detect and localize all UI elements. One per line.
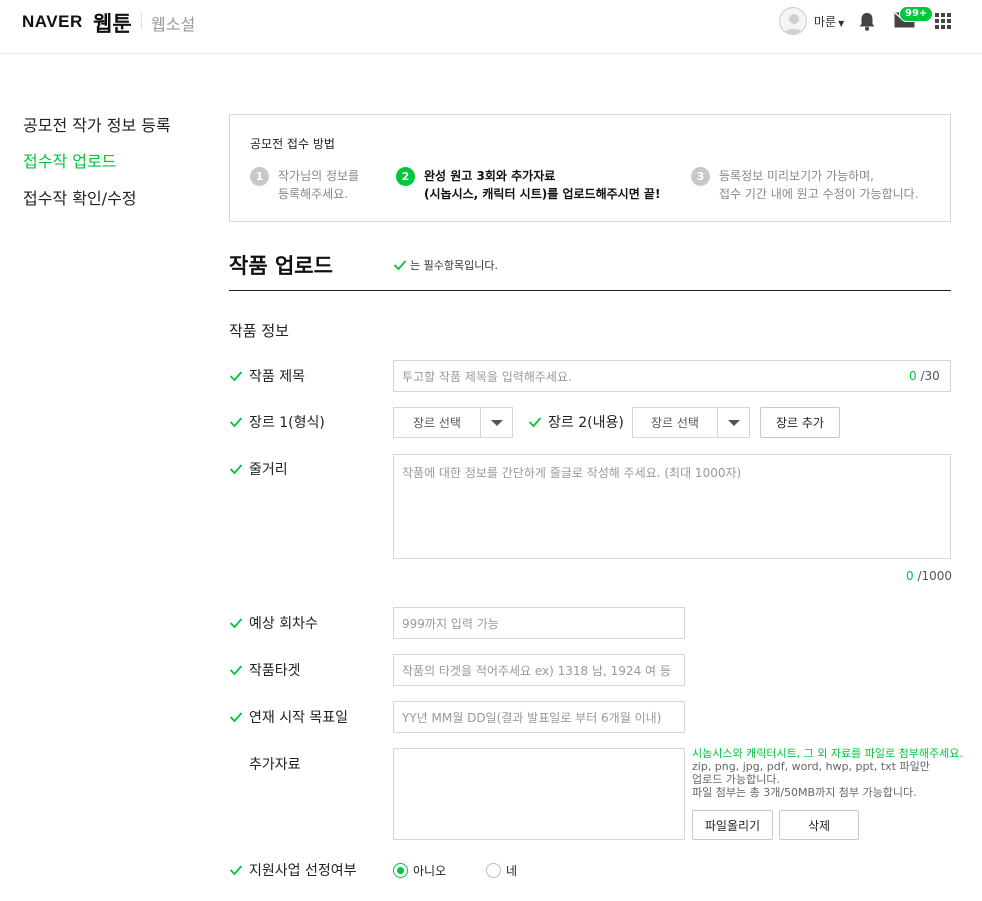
work-title-counter: 0 /30	[909, 369, 940, 383]
required-check-icon	[229, 712, 243, 723]
work-title-input[interactable]: 투고할 작품 제목을 입력해주세요.	[393, 360, 951, 392]
user-menu[interactable]: 마룬 ▼	[814, 13, 844, 30]
section-title: 작품 정보	[229, 322, 289, 340]
radio-checked-icon	[393, 863, 408, 878]
step-text: 작가님의 정보를 등록해주세요.	[278, 169, 360, 201]
upload-file-button[interactable]: 파일올리기	[692, 810, 773, 840]
synopsis-label: 줄거리	[229, 459, 288, 479]
mail-count-badge: 99+	[899, 6, 934, 22]
user-avatar-icon	[784, 14, 804, 34]
step-1: 1 작가님의 정보를 등록해주세요.	[250, 167, 359, 203]
submission-steps-box: 공모전 접수 방법 1 작가님의 정보를 등록해주세요. 2 완성 원고 3회와 …	[229, 114, 951, 222]
apps-grid-icon[interactable]	[935, 13, 951, 29]
synopsis-counter: 0 /1000	[906, 569, 953, 583]
page-title: 작품 업로드	[229, 254, 333, 278]
caret-down-icon: ▼	[838, 19, 845, 28]
support-radio-no[interactable]: 아니오	[393, 862, 446, 879]
step-3: 3 등록정보 미리보기가 가능하며, 접수 기간 내에 원고 수정이 가능합니다.	[691, 167, 919, 203]
steps-title: 공모전 접수 방법	[250, 137, 335, 151]
required-check-icon	[229, 865, 243, 876]
add-genre-button[interactable]: 장르 추가	[760, 407, 840, 438]
required-check-icon	[229, 618, 243, 629]
support-radio-yes[interactable]: 네	[486, 862, 517, 879]
avatar[interactable]	[779, 7, 807, 35]
step-number: 1	[250, 167, 269, 186]
required-check-icon	[528, 417, 542, 428]
title-divider	[229, 290, 951, 291]
attachments-guide: 시놉시스와 캐릭터시트, 그 외 자료를 파일로 첨부해주세요. zip, pn…	[692, 747, 963, 799]
target-input[interactable]: 작품의 타겟을 적어주세요 ex) 1318 남, 1924 여 등	[393, 654, 685, 686]
dropdown-arrow-icon	[480, 408, 512, 437]
top-header: NAVER 웹툰 웹소설 마룬 ▼ 99+	[0, 0, 982, 54]
sidebar-item-upload[interactable]: 접수작 업로드	[23, 148, 116, 172]
start-date-label: 연재 시작 목표일	[229, 707, 348, 727]
check-icon	[393, 260, 407, 271]
dropdown-arrow-icon	[717, 408, 749, 437]
episodes-input[interactable]: 999까지 입력 가능	[393, 607, 685, 639]
user-name-label: 마룬	[814, 15, 837, 29]
episodes-label: 예상 회차수	[229, 613, 318, 633]
genre1-select[interactable]: 장르 선택	[393, 407, 513, 438]
sidebar-item-author-info[interactable]: 공모전 작가 정보 등록	[23, 112, 171, 136]
required-check-icon	[229, 371, 243, 382]
synopsis-textarea[interactable]: 작품에 대한 정보를 간단하게 줄글로 작성해 주세요. (최대 1000자)	[393, 454, 951, 559]
step-text: 등록정보 미리보기가 가능하며, 접수 기간 내에 원고 수정이 가능합니다.	[719, 169, 919, 201]
sidebar-item-confirm-edit[interactable]: 접수작 확인/수정	[23, 185, 137, 209]
step-text: 완성 원고 3회와 추가자료 (시놉시스, 캐릭터 시트)를 업로드해주시면 끝!	[424, 169, 661, 201]
bell-icon[interactable]	[858, 12, 876, 35]
required-note: 는 필수항목입니다.	[393, 257, 498, 273]
start-date-input[interactable]: YY년 MM월 DD일(결과 발표일로 부터 6개월 이내)	[393, 701, 685, 733]
genre1-label: 장르 1(형식)	[229, 412, 325, 432]
required-check-icon	[229, 665, 243, 676]
logo-divider	[141, 13, 142, 29]
step-2: 2 완성 원고 3회와 추가자료 (시놉시스, 캐릭터 시트)를 업로드해주시면 …	[396, 167, 660, 203]
support-label: 지원사업 선정여부	[229, 860, 357, 880]
target-label: 작품타겟	[229, 660, 301, 680]
webtoon-logo[interactable]: 웹툰	[93, 8, 132, 38]
genre2-label: 장르 2(내용)	[528, 412, 624, 432]
work-title-label: 작품 제목	[229, 366, 305, 386]
genre2-select[interactable]: 장르 선택	[632, 407, 750, 438]
step-number: 3	[691, 167, 710, 186]
naver-logo[interactable]: NAVER	[22, 12, 83, 32]
attachments-label: 추가자료	[249, 757, 301, 773]
webnovel-link[interactable]: 웹소설	[151, 11, 195, 35]
required-check-icon	[229, 464, 243, 475]
delete-file-button[interactable]: 삭제	[779, 810, 859, 840]
attachments-file-list[interactable]	[393, 748, 685, 840]
radio-unchecked-icon	[486, 863, 501, 878]
required-check-icon	[229, 417, 243, 428]
step-number: 2	[396, 167, 415, 186]
